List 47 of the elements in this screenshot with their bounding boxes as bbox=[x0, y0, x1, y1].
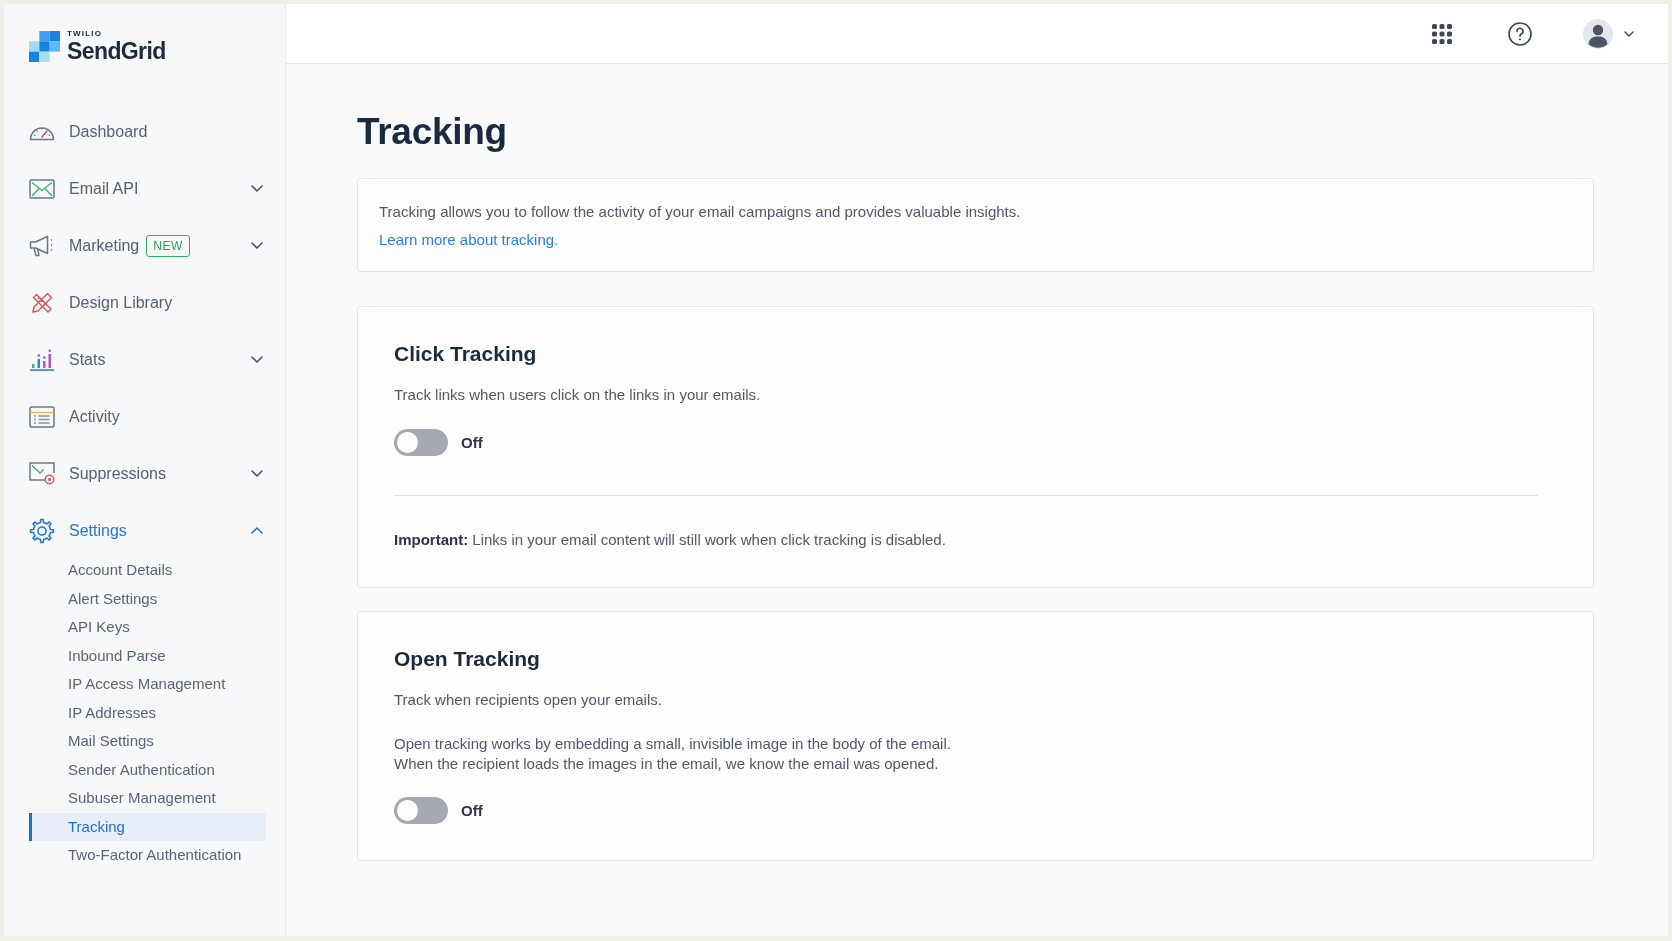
subnav-item[interactable]: Account Details bbox=[29, 556, 266, 585]
subnav-item[interactable]: Inbound Parse bbox=[29, 641, 266, 670]
help-icon[interactable] bbox=[1508, 21, 1532, 46]
subnav-item[interactable]: Tracking bbox=[29, 812, 266, 841]
subnav-item[interactable]: Mail Settings bbox=[29, 727, 266, 756]
nav-item[interactable]: Activity bbox=[4, 388, 285, 445]
megaphone-icon bbox=[29, 234, 55, 257]
subnav-item[interactable]: Two-Factor Authentication bbox=[29, 841, 266, 870]
subnav-item[interactable]: API Keys bbox=[29, 613, 266, 642]
nav-item[interactable]: Stats bbox=[4, 331, 285, 388]
avatar-icon[interactable] bbox=[1583, 18, 1613, 49]
subnav-item[interactable]: Sender Authentication bbox=[29, 755, 266, 784]
envelope-icon bbox=[29, 178, 55, 199]
subnav-item[interactable]: Alert Settings bbox=[29, 584, 266, 613]
grid-icon[interactable] bbox=[1432, 23, 1452, 44]
section-description: Track when recipients open your emails. bbox=[394, 690, 662, 710]
toggle-label: Off bbox=[461, 434, 483, 451]
learn-more-link[interactable]: Learn more about tracking. bbox=[379, 229, 559, 251]
bar-chart-icon bbox=[29, 348, 55, 371]
toggle-switch[interactable] bbox=[394, 797, 448, 824]
section-note: Important: Links in your email content will still work when click tracking is disabled. bbox=[394, 530, 946, 550]
brand-name: SendGrid bbox=[67, 39, 166, 63]
toggle-label: Off bbox=[461, 802, 483, 819]
nav-item[interactable]: Settings bbox=[4, 502, 285, 559]
section-title: Open Tracking bbox=[394, 646, 540, 672]
settings-icon bbox=[29, 517, 55, 544]
pencil-ruler-icon bbox=[30, 290, 54, 315]
nav-item[interactable]: Dashboard bbox=[4, 103, 285, 160]
logo-icon bbox=[29, 31, 60, 62]
subnav-item[interactable]: IP Addresses bbox=[29, 698, 266, 727]
caret-icon[interactable] bbox=[1624, 30, 1634, 37]
envelope-alert-icon bbox=[29, 462, 55, 485]
nav-item[interactable]: Marketing NEW bbox=[4, 217, 285, 274]
nav-item[interactable]: Suppressions bbox=[4, 445, 285, 502]
nav-item[interactable]: Design Library bbox=[4, 274, 285, 331]
toggle-switch[interactable] bbox=[394, 429, 448, 456]
brand-overline: TWILIO bbox=[67, 29, 103, 38]
subnav-item[interactable]: Subuser Management bbox=[29, 784, 266, 813]
section-title: Click Tracking bbox=[394, 341, 537, 367]
feature-tag: NEW bbox=[146, 234, 191, 257]
intro-text: Tracking allows you to follow the activity of your email campaigns and provides valuable insights. bbox=[379, 202, 1021, 222]
section-details: Open tracking works by embedding a small, invisible image in the body of the email. When the recipient loads the images in the email, we know the email was opened. bbox=[394, 734, 951, 774]
list-icon bbox=[29, 405, 55, 428]
subnav-item[interactable]: IP Access Management bbox=[29, 670, 266, 699]
nav-item[interactable]: Email API bbox=[4, 160, 285, 217]
section-description: Track links when users click on the links in your emails. bbox=[394, 385, 761, 405]
page-title: Tracking bbox=[357, 112, 508, 152]
